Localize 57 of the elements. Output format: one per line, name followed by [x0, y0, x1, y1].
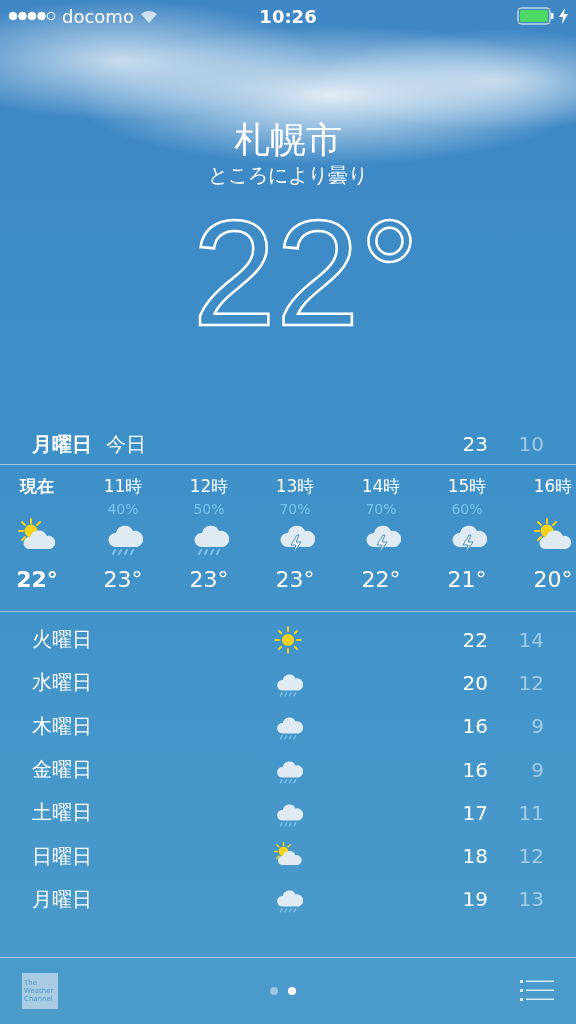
day-name: 月曜日: [32, 885, 93, 913]
hour-label: 現在: [20, 475, 54, 498]
weather-condition: ところにより曇り: [208, 162, 368, 188]
hour-temperature: 22°: [16, 567, 58, 592]
precipitation-chance: 60%: [451, 501, 483, 517]
low-temperature: 11: [517, 800, 544, 825]
battery-icon: [517, 7, 555, 25]
hour-label: 12時: [189, 475, 229, 498]
signal-icon: [8, 11, 56, 21]
hour-label: 11時: [103, 475, 143, 498]
precipitation-chance: 70%: [365, 501, 397, 517]
low-temperature: 9: [530, 714, 544, 739]
current-temperature: 22°: [191, 198, 420, 348]
hour-temperature: 20°: [533, 567, 573, 592]
hour-temperature: 23°: [275, 567, 315, 592]
low-temperature: 14: [517, 627, 544, 652]
day-name: 火曜日: [32, 626, 93, 654]
high-temperature: 19: [461, 887, 488, 912]
high-temperature: 16: [461, 714, 488, 739]
clock-time: 10:26: [259, 5, 317, 27]
hour-label: 15時: [447, 475, 487, 498]
day-name: 日曜日: [32, 842, 93, 870]
low-temperature: 10: [517, 432, 544, 456]
today-label: 今日: [106, 430, 147, 458]
sun-icon: [273, 624, 303, 655]
day-name: 土曜日: [32, 799, 93, 827]
wifi-icon: [139, 9, 158, 23]
high-temperature: 17: [461, 800, 488, 825]
low-temperature: 13: [517, 887, 544, 912]
high-temperature: 18: [461, 844, 488, 869]
high-temperature: 22: [461, 627, 488, 652]
precipitation-chance: 70%: [279, 501, 311, 517]
day-name: 月曜日: [32, 430, 92, 458]
page-dot[interactable]: [270, 987, 278, 995]
low-temperature: 12: [517, 670, 544, 695]
low-temperature: 12: [517, 844, 544, 869]
day-name: 金曜日: [32, 756, 93, 784]
high-temperature: 20: [461, 670, 488, 695]
high-temperature: 16: [461, 757, 488, 782]
high-temperature: 23: [461, 432, 488, 456]
carrier-name: docomo: [62, 5, 134, 27]
precipitation-chance: 40%: [107, 501, 139, 517]
hour-label: 13時: [275, 475, 315, 498]
page-dot[interactable]: [288, 987, 296, 995]
day-name: 木曜日: [32, 712, 93, 740]
hour-label: 16時: [533, 475, 573, 498]
hour-label: 14時: [361, 475, 401, 498]
hour-temperature: 21°: [447, 567, 487, 592]
low-temperature: 9: [530, 757, 544, 782]
hour-temperature: 22°: [361, 567, 401, 592]
city-name: 札幌市: [234, 118, 342, 162]
precipitation-chance: 50%: [193, 501, 225, 517]
hour-temperature: 23°: [103, 567, 143, 592]
hour-temperature: 23°: [189, 567, 229, 592]
list-icon[interactable]: [520, 980, 554, 1002]
day-name: 水曜日: [32, 669, 93, 697]
charging-bolt-icon: [559, 8, 568, 24]
